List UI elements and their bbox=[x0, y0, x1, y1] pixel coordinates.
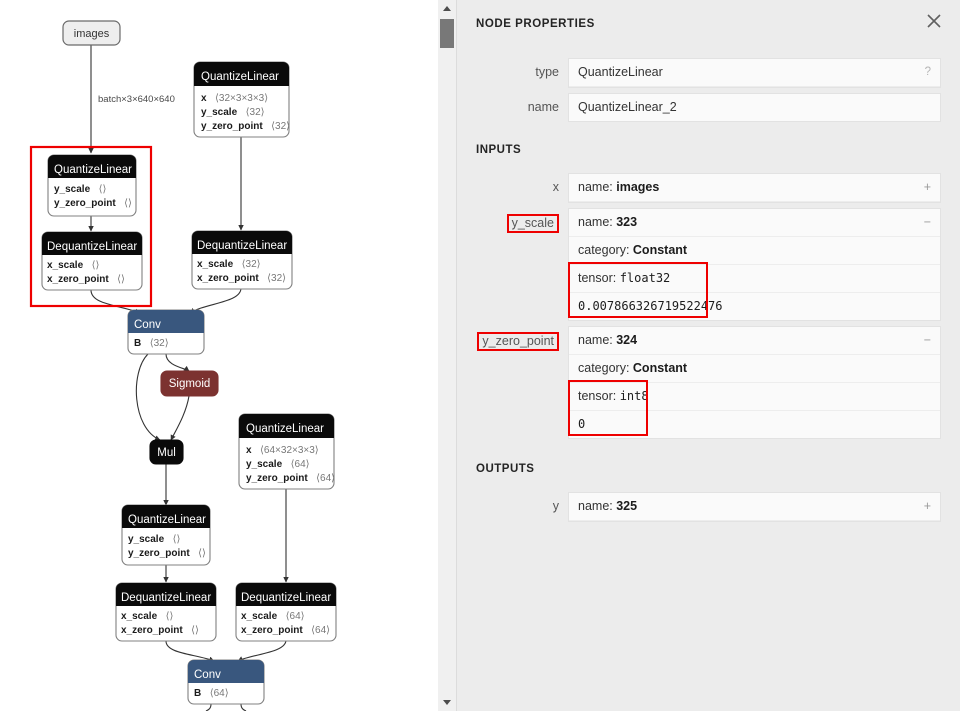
panel-header: NODE PROPERTIES bbox=[457, 0, 960, 40]
input-y-scale-category-key: category: bbox=[578, 243, 630, 257]
graph-node-quantizelinear-selected[interactable]: QuantizeLinear y_scale ⟨⟩ y_zero_point ⟨… bbox=[47, 154, 137, 217]
input-label-y-zero-point: y_zero_point bbox=[476, 326, 568, 351]
node-title: QuantizeLinear bbox=[128, 514, 206, 526]
node-title: Conv bbox=[134, 319, 161, 331]
outputs-heading: OUTPUTS bbox=[476, 463, 535, 475]
input-y-scale-tensor-line: tensor: float32 bbox=[569, 265, 940, 293]
close-icon[interactable] bbox=[924, 11, 944, 31]
graph-node-conv-2[interactable]: Conv B ⟨64⟩ bbox=[187, 659, 265, 705]
input-y-scale-name-value: 323 bbox=[616, 215, 638, 229]
input-y-zero-point-category-value: Constant bbox=[632, 361, 688, 375]
output-y-name-line: name: 325 bbox=[569, 493, 940, 521]
expand-toggle-x[interactable]: + bbox=[924, 179, 931, 196]
node-title: Mul bbox=[157, 447, 176, 459]
input-y-zero-point-name-key: name: bbox=[578, 333, 613, 347]
graph-node-dequantizelinear-weights-1[interactable]: DequantizeLinear x_scale ⟨32⟩ x_zero_poi… bbox=[191, 230, 293, 290]
input-label-y-zero-point-text: y_zero_point bbox=[477, 332, 559, 351]
node-title: DequantizeLinear bbox=[121, 592, 211, 604]
output-row-y: y name: 325 + bbox=[457, 492, 960, 522]
graph-node-images[interactable]: images bbox=[62, 20, 121, 46]
node-title: DequantizeLinear bbox=[197, 240, 287, 252]
input-label-x: x bbox=[552, 180, 559, 194]
input-y-scale-tensor-type: float32 bbox=[619, 271, 671, 285]
property-value-name-text: QuantizeLinear_2 bbox=[578, 100, 677, 114]
collapse-toggle-y-zero-point[interactable]: − bbox=[924, 332, 931, 349]
graph-node-dequantizelinear-activation-1[interactable]: DequantizeLinear x_scale ⟨⟩ x_zero_point… bbox=[41, 231, 143, 291]
scroll-thumb[interactable] bbox=[440, 19, 454, 48]
input-y-zero-point-category-key: category: bbox=[578, 361, 630, 375]
property-label-type: type bbox=[535, 65, 559, 79]
property-label-name: name bbox=[527, 100, 559, 114]
inputs-heading: INPUTS bbox=[476, 144, 522, 156]
expand-toggle-y[interactable]: + bbox=[924, 498, 931, 515]
input-y-zero-point-category-line: category: Constant bbox=[569, 355, 940, 383]
graph-canvas[interactable]: batch×3×640×640 images QuantizeLinear x … bbox=[0, 0, 438, 711]
input-y-zero-point-name-value: 324 bbox=[616, 333, 638, 347]
output-value-y[interactable]: name: 325 + bbox=[568, 492, 941, 522]
input-y-zero-point-tensor-type: int8 bbox=[619, 389, 649, 403]
edge-label-batch: batch×3×640×640 bbox=[98, 94, 175, 105]
input-y-zero-point-tensor-value: 0 bbox=[578, 417, 586, 431]
triangle-up-icon bbox=[443, 6, 451, 11]
input-x-value: images bbox=[616, 180, 660, 194]
graph-node-conv-1[interactable]: Conv B ⟨32⟩ bbox=[127, 309, 205, 355]
input-value-y-zero-point[interactable]: name: 324 − category: Constant tensor: i… bbox=[568, 326, 941, 439]
input-row-x: x name: images + bbox=[457, 173, 960, 203]
scroll-down-button[interactable] bbox=[438, 694, 456, 711]
property-row-type: type QuantizeLinear ? bbox=[457, 58, 960, 88]
input-y-scale-name-key: name: bbox=[578, 215, 613, 229]
output-label-y: y bbox=[552, 499, 559, 513]
input-label-y-scale: y_scale bbox=[476, 208, 568, 233]
input-y-scale-category-value: Constant bbox=[632, 243, 688, 257]
help-icon[interactable]: ? bbox=[925, 64, 931, 81]
input-x-name-line: name: images bbox=[569, 174, 940, 202]
collapse-toggle-y-scale[interactable]: − bbox=[924, 214, 931, 231]
output-y-key: name: bbox=[578, 499, 613, 513]
node-title: Sigmoid bbox=[169, 378, 211, 390]
input-y-scale-tensor-key: tensor: bbox=[578, 271, 617, 285]
property-value-type[interactable]: QuantizeLinear ? bbox=[568, 58, 941, 88]
node-title: Conv bbox=[194, 669, 221, 681]
node-title: QuantizeLinear bbox=[201, 71, 279, 83]
scroll-up-button[interactable] bbox=[438, 0, 456, 17]
graph-node-quantizelinear-weights-2[interactable]: QuantizeLinear x ⟨64×32×3×3⟩ y_scale ⟨64… bbox=[238, 413, 335, 490]
input-y-zero-point-name-line: name: 324 − bbox=[569, 327, 940, 355]
input-y-scale-category-line: category: Constant bbox=[569, 237, 940, 265]
graph-node-dequantizelinear-weights-2[interactable]: DequantizeLinear x_scale ⟨64⟩ x_zero_poi… bbox=[235, 582, 337, 642]
graph-node-dequantizelinear-activation-2[interactable]: DequantizeLinear x_scale ⟨⟩ x_zero_point… bbox=[115, 582, 217, 642]
graph-node-quantizelinear-activation-2[interactable]: QuantizeLinear y_scale ⟨⟩ y_zero_point ⟨… bbox=[121, 504, 211, 566]
input-y-scale-tensor-value: 0.007866326719522476 bbox=[578, 299, 723, 313]
input-value-x[interactable]: name: images + bbox=[568, 173, 941, 203]
graph-node-sigmoid-1[interactable]: Sigmoid bbox=[160, 370, 219, 397]
input-label-y-scale-text: y_scale bbox=[506, 214, 559, 233]
output-y-value: 325 bbox=[616, 499, 638, 513]
node-title: QuantizeLinear bbox=[54, 164, 132, 176]
panel-title: NODE PROPERTIES bbox=[476, 18, 595, 30]
node-properties-panel: NODE PROPERTIES type QuantizeLinear ? na… bbox=[457, 0, 960, 711]
graph-node-mul-1[interactable]: Mul bbox=[149, 439, 184, 465]
graph-node-quantizelinear-weights-1[interactable]: QuantizeLinear x ⟨32×3×3×3⟩ y_scale ⟨32⟩… bbox=[193, 61, 290, 138]
node-title: QuantizeLinear bbox=[246, 423, 324, 435]
graph-node-images-label: images bbox=[74, 28, 110, 40]
triangle-down-icon bbox=[443, 700, 451, 705]
input-row-y-scale: y_scale name: 323 − category: Constant t… bbox=[457, 208, 960, 321]
input-y-zero-point-tensor-key: tensor: bbox=[578, 389, 617, 403]
node-title: DequantizeLinear bbox=[47, 241, 137, 253]
input-x-key: name: bbox=[578, 180, 613, 194]
input-y-zero-point-tensor-line: tensor: int8 bbox=[569, 383, 940, 411]
property-value-type-text: QuantizeLinear bbox=[569, 59, 940, 87]
input-value-y-scale[interactable]: name: 323 − category: Constant tensor: f… bbox=[568, 208, 941, 321]
node-title: DequantizeLinear bbox=[241, 592, 331, 604]
graph-vertical-scrollbar[interactable] bbox=[438, 0, 457, 711]
property-value-name[interactable]: QuantizeLinear_2 bbox=[568, 93, 941, 122]
property-row-name: name QuantizeLinear_2 bbox=[457, 93, 960, 122]
input-y-scale-name-line: name: 323 − bbox=[569, 209, 940, 237]
input-row-y-zero-point: y_zero_point name: 324 − category: Const… bbox=[457, 326, 960, 439]
